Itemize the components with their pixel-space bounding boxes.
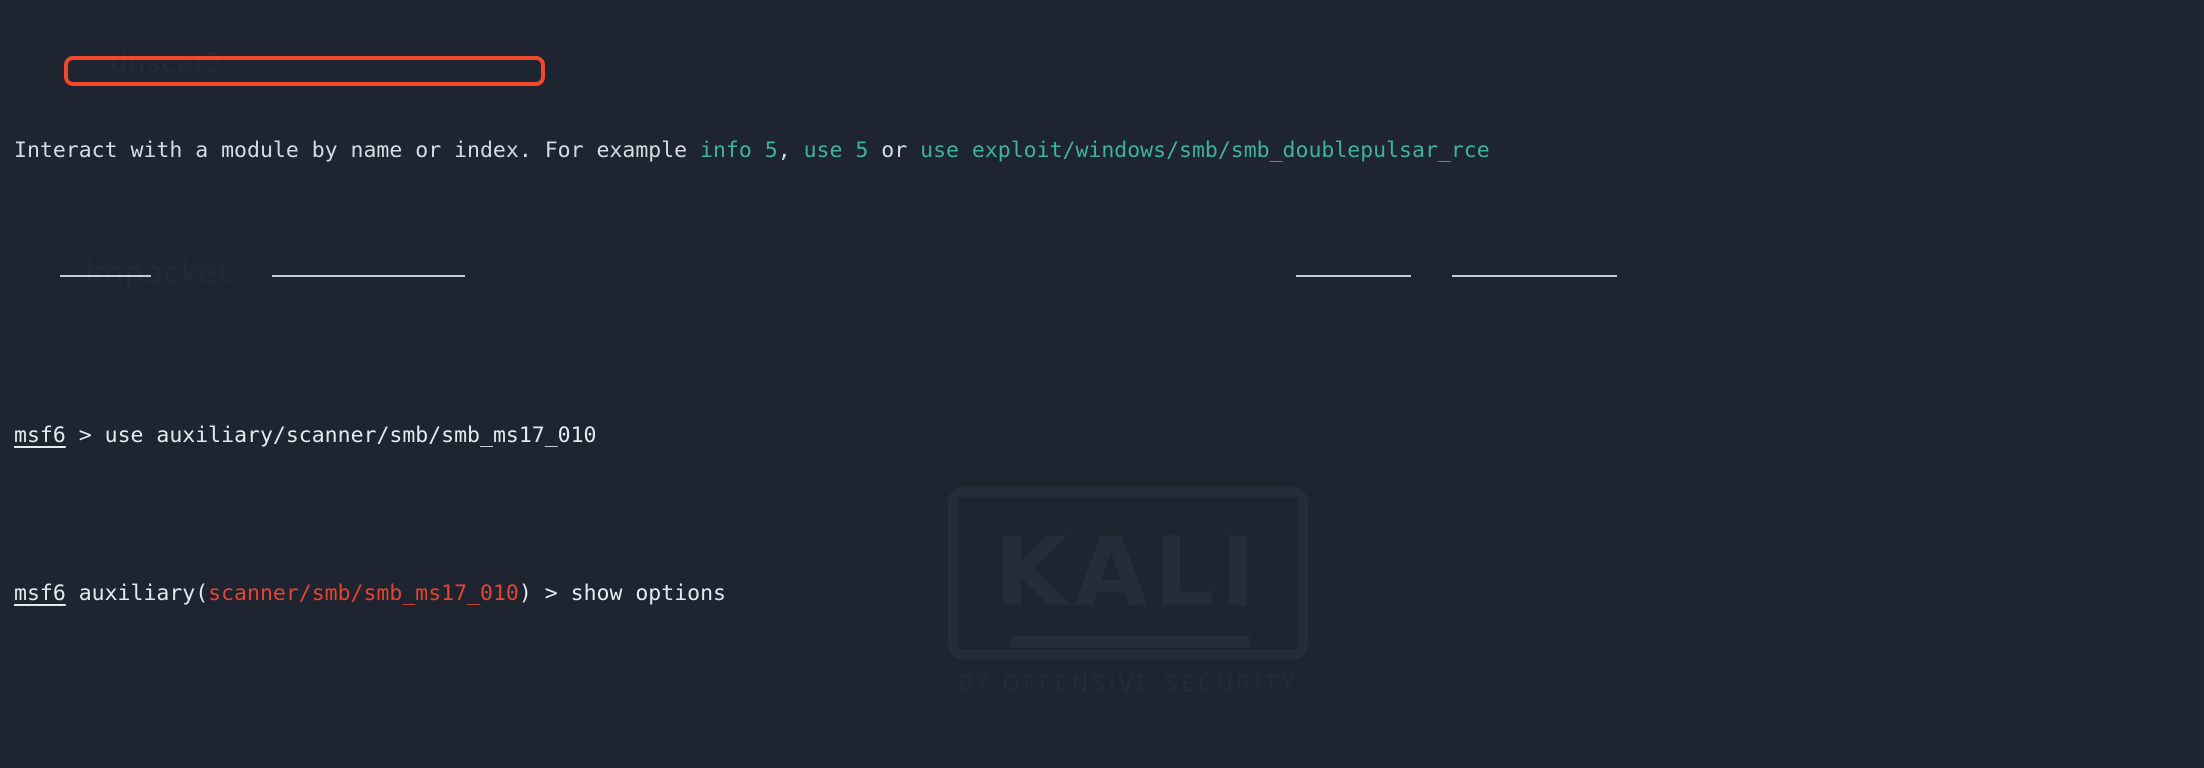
- help-example-info: info 5: [700, 138, 778, 164]
- prompt-shell-label-2: msf6: [14, 580, 66, 606]
- prompt-line-show-options: msf6 auxiliary(scanner/smb/smb_ms17_010)…: [14, 578, 2204, 610]
- prompt-line-use: msf6 > use auxiliary/scanner/smb/smb_ms1…: [14, 420, 2204, 452]
- help-example-use-exploit: use exploit/windows/smb/smb_doublepulsar…: [920, 138, 1490, 164]
- prompt-context-open-2: auxiliary(: [65, 580, 209, 606]
- name-header-underline: [60, 275, 151, 277]
- typed-command-show-options: show options: [570, 580, 726, 606]
- description-header-underline: [1452, 275, 1617, 277]
- prompt-chevron-1: >: [78, 422, 105, 448]
- help-example-use: use 5: [803, 138, 869, 164]
- prompt-space-1: [66, 423, 79, 448]
- required-header-underline: [1296, 275, 1411, 277]
- terminal-window[interactable]: KALI BY OFFENSIVE SECURITY dnscat2 impac…: [0, 0, 2204, 768]
- prompt-chevron-2: >: [531, 580, 571, 606]
- help-line: Interact with a module by name or index.…: [14, 135, 2204, 167]
- help-sep-2: or: [868, 138, 921, 164]
- prompt-module-path-2: scanner/smb/smb_ms17_010: [208, 580, 519, 606]
- help-sep-1: ,: [777, 138, 804, 164]
- typed-command-use: use auxiliary/scanner/smb/smb_ms17_010: [104, 422, 597, 448]
- terminal-output: Interact with a module by name or index.…: [0, 0, 2204, 768]
- current-setting-header-underline: [272, 275, 465, 277]
- prompt-context-close-2: ): [518, 580, 532, 606]
- prompt-shell-label-1: msf6: [14, 422, 66, 448]
- help-line-prefix: Interact with a module by name or index.…: [14, 138, 701, 164]
